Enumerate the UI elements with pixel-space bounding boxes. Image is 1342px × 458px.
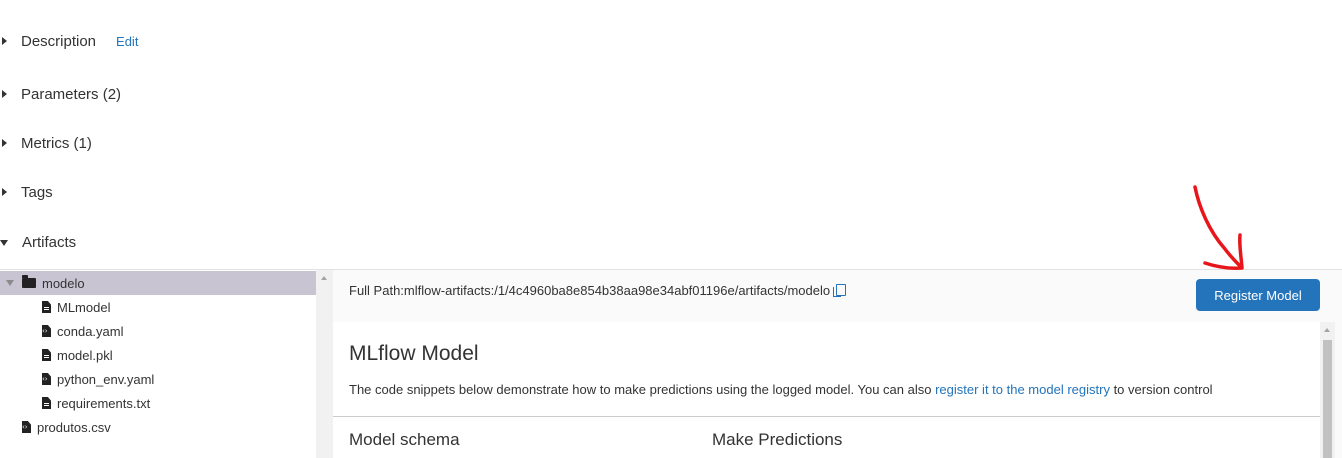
artifact-tree: modelo MLmodel conda.yaml model.pkl pyth… <box>0 270 316 458</box>
tree-file-model-pkl[interactable]: model.pkl <box>0 343 316 367</box>
copy-icon[interactable] <box>833 284 847 297</box>
caret-right-icon <box>2 139 7 147</box>
section-artifacts[interactable]: Artifacts <box>0 228 76 256</box>
model-desc-text: The code snippets below demonstrate how … <box>349 382 936 397</box>
section-description[interactable]: Description Edit <box>0 27 138 55</box>
code-file-icon <box>42 373 51 385</box>
detail-scrollbar[interactable] <box>1320 322 1335 458</box>
tree-file-python-env-yaml[interactable]: python_env.yaml <box>0 367 316 391</box>
section-tags[interactable]: Tags <box>0 178 53 206</box>
section-parameters[interactable]: Parameters (2) <box>0 80 121 108</box>
tree-item-label: python_env.yaml <box>57 371 155 387</box>
path-bar: Full Path:mlflow-artifacts:/1/4c4960ba8e… <box>333 270 1333 322</box>
code-file-icon <box>22 421 31 433</box>
annotation-arrow-icon <box>1193 185 1244 270</box>
tree-item-label: conda.yaml <box>57 323 124 339</box>
code-file-icon <box>42 325 51 337</box>
caret-right-icon <box>2 37 7 45</box>
folder-icon <box>22 275 36 288</box>
tree-item-label: model.pkl <box>57 347 113 363</box>
tree-file-produtos-csv[interactable]: produtos.csv <box>0 415 316 439</box>
tree-file-mlmodel[interactable]: MLmodel <box>0 295 316 319</box>
scroll-up-arrow-icon[interactable] <box>1324 328 1330 332</box>
scroll-up-arrow-icon[interactable] <box>321 276 327 280</box>
section-title-tags: Tags <box>21 183 53 201</box>
artifacts-panel: modelo MLmodel conda.yaml model.pkl pyth… <box>0 269 1342 458</box>
tree-item-label: requirements.txt <box>57 395 151 411</box>
tree-item-label: produtos.csv <box>37 419 111 435</box>
model-card-title: MLflow Model <box>349 342 479 365</box>
tree-item-label: modelo <box>42 275 85 291</box>
section-title-parameters: Parameters (2) <box>21 85 122 103</box>
caret-right-icon <box>2 188 7 196</box>
model-card-description: The code snippets below demonstrate how … <box>349 382 1213 397</box>
tree-scrollbar[interactable] <box>316 270 333 458</box>
tree-item-label: MLmodel <box>57 299 111 315</box>
edit-description-link[interactable]: Edit <box>116 34 138 49</box>
section-title-artifacts: Artifacts <box>22 233 77 251</box>
file-icon <box>42 349 51 361</box>
caret-down-icon <box>0 240 8 246</box>
model-schema-heading: Model schema <box>349 430 460 449</box>
scrollbar-thumb[interactable] <box>1323 340 1332 458</box>
section-metrics[interactable]: Metrics (1) <box>0 129 92 157</box>
tree-file-requirements-txt[interactable]: requirements.txt <box>0 391 316 415</box>
register-model-button[interactable]: Register Model <box>1196 279 1320 311</box>
expand-triangle-icon[interactable] <box>6 280 14 286</box>
full-path: Full Path:mlflow-artifacts:/1/4c4960ba8e… <box>349 283 847 298</box>
mlflow-model-card: MLflow Model The code snippets below dem… <box>333 322 1320 458</box>
divider <box>333 416 1320 417</box>
full-path-value: mlflow-artifacts:/1/4c4960ba8e854b38aa98… <box>403 283 831 298</box>
tree-folder-modelo[interactable]: modelo <box>0 271 316 295</box>
tree-file-conda-yaml[interactable]: conda.yaml <box>0 319 316 343</box>
section-title-metrics: Metrics (1) <box>21 134 92 152</box>
caret-right-icon <box>2 90 7 98</box>
model-desc-text-end: to version control <box>1109 382 1213 397</box>
file-icon <box>42 397 51 409</box>
full-path-label: Full Path: <box>349 283 404 298</box>
register-model-registry-link[interactable]: register it to the model registry <box>935 382 1110 397</box>
artifact-detail-pane: Full Path:mlflow-artifacts:/1/4c4960ba8e… <box>333 270 1342 458</box>
make-predictions-heading: Make Predictions <box>712 430 843 449</box>
file-icon <box>42 301 51 313</box>
section-title-description: Description <box>21 32 97 50</box>
